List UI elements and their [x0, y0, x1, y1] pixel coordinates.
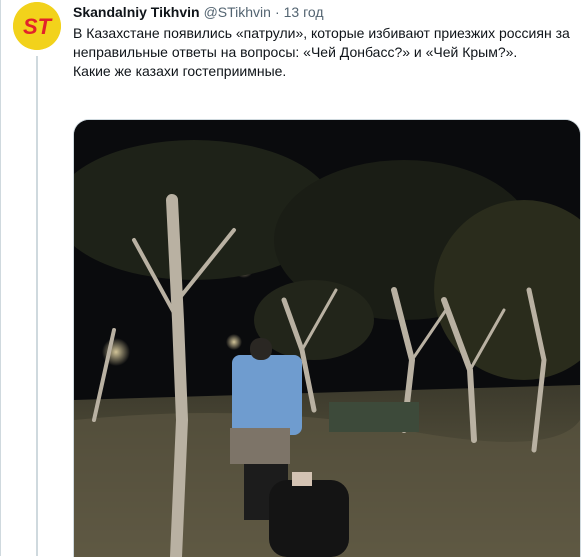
avatar-logo-icon: ST — [13, 2, 61, 50]
user-handle[interactable]: @STikhvin — [204, 4, 271, 20]
separator: · — [274, 4, 280, 20]
display-name[interactable]: Skandalniy Tikhvin — [73, 4, 200, 20]
tweet-header: Skandalniy Tikhvin @STikhvin · 13 год — [73, 2, 573, 22]
tweet-content: Skandalniy Tikhvin @STikhvin · 13 год В Каз… — [73, 2, 573, 81]
tweet-text-line-2: Какие же казахи гостеприимные. — [73, 63, 287, 79]
timestamp[interactable]: 13 год — [284, 4, 324, 20]
tweet-text: В Казахстане появились «патрули», которы… — [73, 24, 573, 81]
avatar[interactable]: ST — [13, 2, 61, 50]
video-frame — [74, 120, 580, 557]
thread-line — [36, 56, 38, 556]
avatar-initials: ST — [23, 14, 53, 39]
tweet-text-line-1: В Казахстане появились «патрули», которы… — [73, 25, 570, 60]
tweet-video[interactable] — [73, 119, 581, 557]
tweet[interactable]: ST Skandalniy Tikhvin @STikhvin · 13 год В … — [0, 0, 586, 557]
